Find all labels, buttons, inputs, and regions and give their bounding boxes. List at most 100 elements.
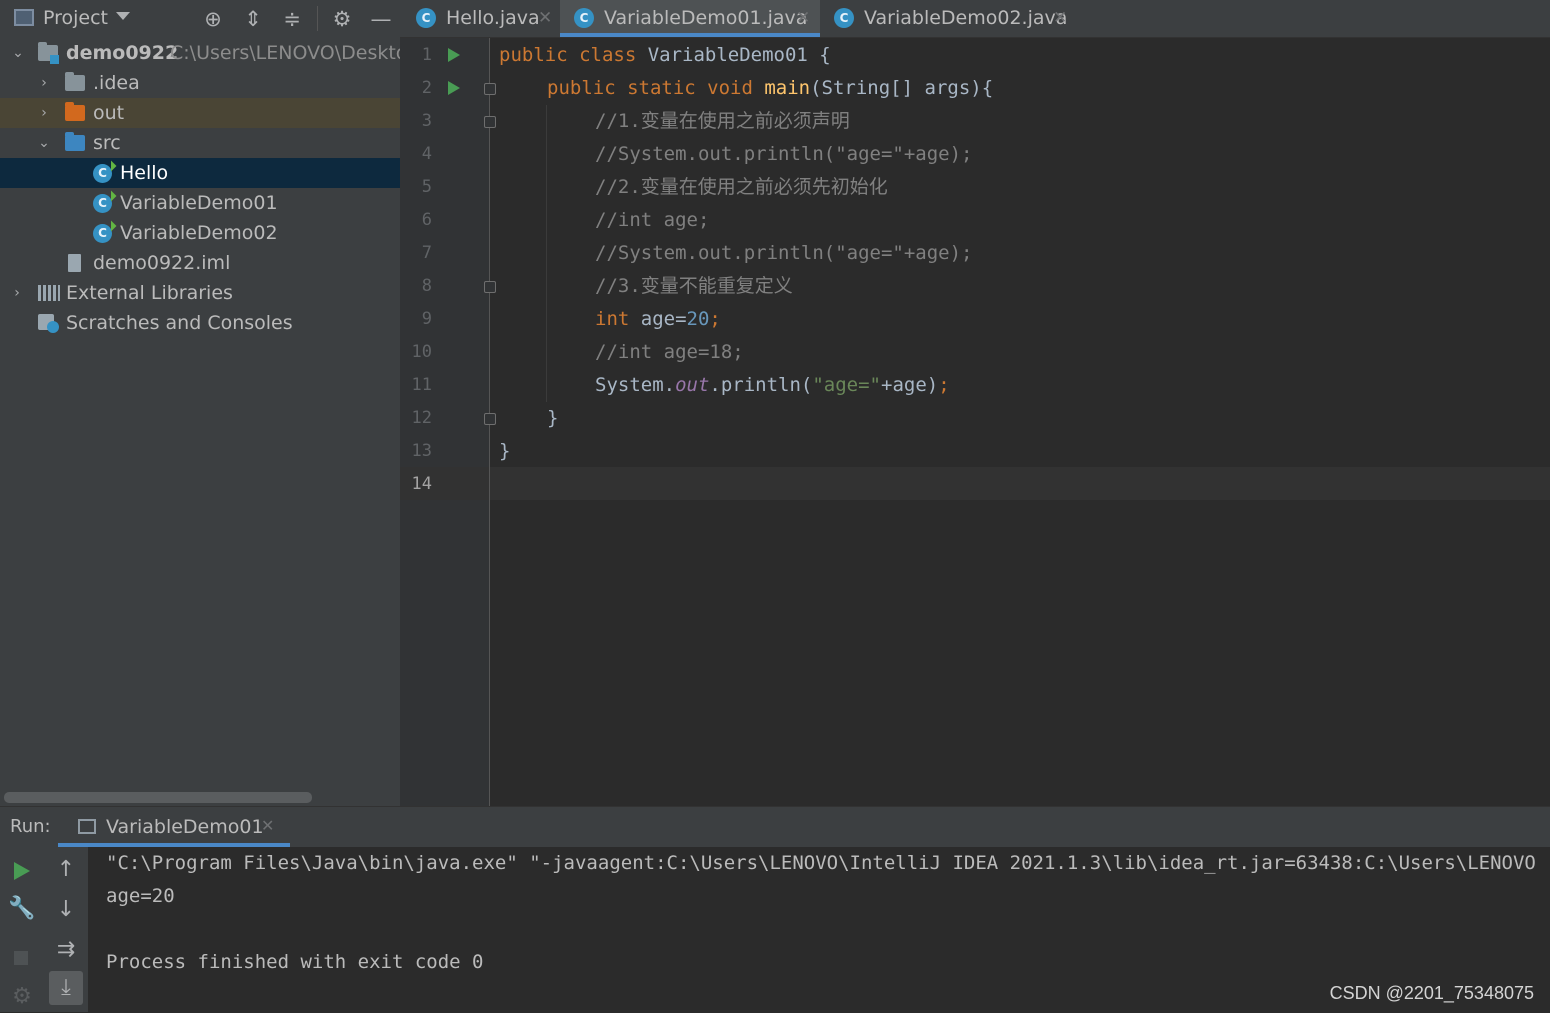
chevron-right-icon[interactable]: › xyxy=(37,98,51,128)
libraries-icon xyxy=(38,285,60,301)
project-view-icon xyxy=(14,9,34,26)
expand-all-icon[interactable]: ⇕ xyxy=(240,6,266,32)
string-literal: "age=" xyxy=(812,374,881,396)
code-line-10: //int age=18; xyxy=(595,341,744,363)
hide-panel-icon[interactable]: — xyxy=(368,6,394,32)
scroll-to-end-icon[interactable]: ⤓ xyxy=(49,971,83,1005)
locate-icon[interactable]: ⊕ xyxy=(200,6,226,32)
project-panel: Project ⊕ ⇕ ≑ ⚙ — ⌄ demo0922 C:\Users\LE… xyxy=(0,0,400,806)
fold-marker-icon[interactable] xyxy=(484,83,496,95)
arrow-up-icon[interactable]: ↑ xyxy=(51,855,81,885)
code-line-3: //1.变量在使用之前必须声明 xyxy=(595,110,850,132)
line-number: 10 xyxy=(411,342,432,362)
tree-item-hello[interactable]: C Hello xyxy=(0,158,400,188)
tab-variabledemo02-java[interactable]: C VariableDemo02.java ✕ xyxy=(820,0,1090,37)
code-text: System. xyxy=(595,374,676,396)
wrench-icon[interactable]: 🔧 xyxy=(7,894,37,924)
module-badge-icon xyxy=(50,55,59,64)
code-line-2: public static void main(String[] args){ xyxy=(547,72,993,105)
line-number-current: 14 xyxy=(411,474,432,494)
tab-label: Hello.java xyxy=(446,7,540,29)
tree-item-iml[interactable]: demo0922.iml xyxy=(0,248,400,278)
tree-item-src[interactable]: ⌄ src xyxy=(0,128,400,158)
code-line-8: //3.变量不能重复定义 xyxy=(595,275,793,297)
stop-icon[interactable] xyxy=(14,951,28,965)
tree-item-external-libraries[interactable]: › External Libraries xyxy=(0,278,400,308)
chevron-down-icon[interactable]: ⌄ xyxy=(37,128,51,158)
tree-item-variabledemo01[interactable]: C VariableDemo01 xyxy=(0,188,400,218)
tree-item-scratches[interactable]: Scratches and Consoles xyxy=(0,308,400,338)
caret-row-highlight xyxy=(400,467,1550,500)
code-text: .println( xyxy=(709,374,813,396)
run-method-icon[interactable] xyxy=(448,81,460,95)
tree-item-label: src xyxy=(93,132,121,154)
tree-item-label: External Libraries xyxy=(66,282,233,304)
static-field: out xyxy=(675,374,710,396)
tab-variabledemo01-java[interactable]: C VariableDemo01.java ✕ xyxy=(560,0,820,37)
settings-disabled-icon[interactable]: ⚙ xyxy=(7,982,37,1012)
code-line-12: } xyxy=(547,407,559,429)
horizontal-scrollbar[interactable] xyxy=(4,792,312,803)
clock-badge-icon xyxy=(47,321,59,333)
project-view-selector[interactable]: Project xyxy=(43,7,108,29)
chevron-down-icon[interactable] xyxy=(116,12,130,20)
code-line-11: System.out.println("age="+age); xyxy=(595,369,950,402)
java-class-icon: C xyxy=(93,224,112,243)
close-icon[interactable]: ✕ xyxy=(261,816,274,835)
run-tab-variabledemo01[interactable]: VariableDemo01 ✕ xyxy=(58,807,290,847)
semicolon: ; xyxy=(938,374,950,396)
chevron-down-icon[interactable]: ⌄ xyxy=(11,38,25,68)
tree-item-label: Hello xyxy=(120,162,169,184)
chevron-right-icon[interactable]: › xyxy=(37,68,51,98)
java-class-icon: C xyxy=(834,8,854,28)
run-class-icon[interactable] xyxy=(448,48,460,62)
chevron-right-icon[interactable]: › xyxy=(10,278,24,308)
line-number: 13 xyxy=(411,441,432,461)
tree-item-label: Scratches and Consoles xyxy=(66,312,293,334)
active-tab-underline xyxy=(58,843,290,847)
java-class-icon: C xyxy=(574,8,594,28)
line-number: 7 xyxy=(421,243,432,263)
line-number: 6 xyxy=(421,210,432,230)
method-name: main xyxy=(764,77,811,99)
arrow-down-icon[interactable]: ↓ xyxy=(51,895,81,925)
close-icon[interactable]: ✕ xyxy=(538,0,552,36)
folder-icon xyxy=(65,72,85,91)
tree-item-out[interactable]: › out xyxy=(0,98,400,128)
keyword: int xyxy=(595,308,630,330)
tree-item-label: out xyxy=(93,102,125,124)
fold-marker-icon[interactable] xyxy=(484,281,496,293)
line-number: 1 xyxy=(421,45,432,65)
run-label: Run: xyxy=(10,816,51,837)
code-line-6: //int age; xyxy=(595,209,710,231)
close-icon[interactable]: ✕ xyxy=(796,0,810,36)
soft-wrap-icon[interactable]: ⇉ xyxy=(51,935,81,965)
tree-item-label: demo0922 xyxy=(66,42,179,64)
code-text: age= xyxy=(629,308,687,330)
fold-marker-icon[interactable] xyxy=(484,413,496,425)
close-icon[interactable]: ✕ xyxy=(1053,0,1067,36)
excluded-folder-icon xyxy=(65,102,85,121)
gear-icon[interactable]: ⚙ xyxy=(329,6,355,32)
tree-item-label: .idea xyxy=(93,72,140,94)
fold-marker-icon[interactable] xyxy=(484,116,496,128)
number-literal: 20 xyxy=(686,308,710,330)
code-line-1: public class VariableDemo01 { xyxy=(499,39,831,72)
tab-label: VariableDemo02.java xyxy=(864,7,1068,29)
tree-item-variabledemo02[interactable]: C VariableDemo02 xyxy=(0,218,400,248)
tree-item-demo0922[interactable]: ⌄ demo0922 C:\Users\LENOVO\Desktop xyxy=(0,38,400,68)
line-number: 3 xyxy=(421,111,432,131)
editor-tab-bar: C Hello.java ✕ C VariableDemo01.java ✕ C… xyxy=(400,0,1550,38)
collapse-all-icon[interactable]: ≑ xyxy=(279,6,305,32)
rerun-icon[interactable] xyxy=(14,862,30,880)
tree-item-idea[interactable]: › .idea xyxy=(0,68,400,98)
line-number: 5 xyxy=(421,177,432,197)
semicolon: ; xyxy=(709,308,721,330)
tab-hello-java[interactable]: C Hello.java ✕ xyxy=(402,0,560,37)
tree-item-label: demo0922.iml xyxy=(93,252,231,274)
line-number: 4 xyxy=(421,144,432,164)
code-line-9: int age=20; xyxy=(595,303,721,336)
project-panel-header: Project ⊕ ⇕ ≑ ⚙ — xyxy=(0,0,400,37)
code-line-13: } xyxy=(499,440,511,462)
keyword: public static void xyxy=(547,77,765,99)
